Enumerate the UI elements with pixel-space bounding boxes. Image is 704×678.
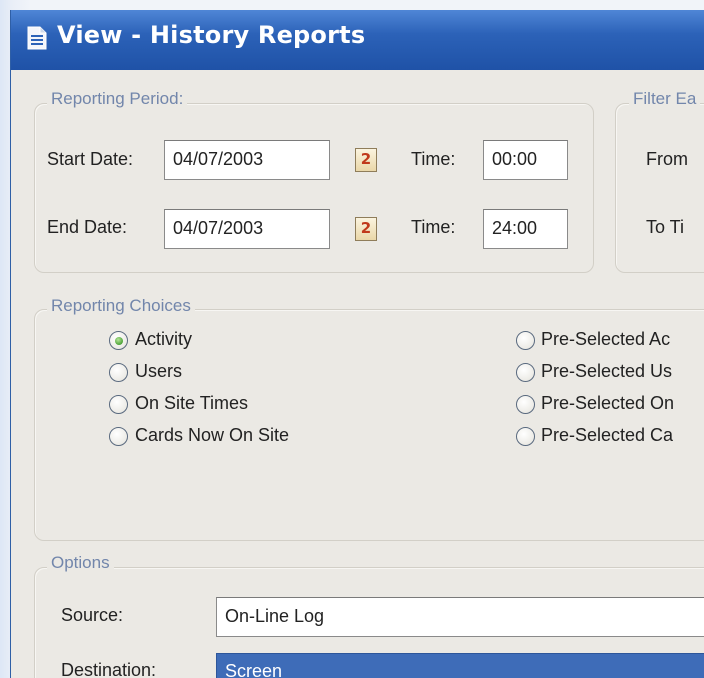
radio-label-pre-selected-activity[interactable]: Pre-Selected Ac [541,329,670,350]
reporting-period-legend: Reporting Period: [47,89,188,109]
radio-users[interactable] [109,363,128,382]
window-title: View - History Reports [57,21,366,49]
end-time-input[interactable]: 24:00 [483,209,568,249]
radio-label-pre-selected-on-site[interactable]: Pre-Selected On [541,393,674,414]
end-date-calendar-icon[interactable]: 2 [355,217,377,241]
radio-on-site-times[interactable] [109,395,128,414]
radio-selected-dot [115,337,123,345]
radio-pre-selected-activity[interactable] [516,331,535,350]
end-date-input[interactable]: 04/07/2003 [164,209,330,249]
start-time-label: Time: [411,149,456,169]
start-date-input[interactable]: 04/07/2003 [164,140,330,180]
end-time-label: Time: [411,217,456,237]
start-date-calendar-icon[interactable]: 2 [355,148,377,172]
filter-group [615,103,704,273]
radio-pre-selected-cards[interactable] [516,427,535,446]
radio-label-pre-selected-users[interactable]: Pre-Selected Us [541,361,672,382]
start-date-label: Start Date: [47,149,134,169]
radio-label-pre-selected-cards[interactable]: Pre-Selected Ca [541,425,673,446]
radio-label-users[interactable]: Users [135,361,182,382]
destination-label: Destination: [61,660,157,678]
filter-legend: Filter Ea [629,89,701,109]
document-icon [27,26,47,50]
radio-label-activity[interactable]: Activity [135,329,192,350]
end-date-label: End Date: [47,217,128,237]
dialog-content: Reporting Period: Start Date: 04/07/2003… [11,70,704,678]
options-legend: Options [47,553,114,573]
radio-activity[interactable] [109,331,128,350]
title-bar[interactable]: View - History Reports [11,10,704,70]
radio-label-on-site-times[interactable]: On Site Times [135,393,248,414]
source-label: Source: [61,605,124,625]
radio-cards-now-on-site[interactable] [109,427,128,446]
filter-from-label: From [646,149,688,169]
start-time-input[interactable]: 00:00 [483,140,568,180]
radio-label-cards-now-on-site[interactable]: Cards Now On Site [135,425,289,446]
end-calendar-glyph: 2 [360,219,372,237]
source-field[interactable]: On-Line Log [216,597,704,637]
destination-select[interactable]: Screen [216,653,704,678]
radio-pre-selected-users[interactable] [516,363,535,382]
filter-to-label: To Ti [646,217,685,237]
radio-pre-selected-on-site[interactable] [516,395,535,414]
start-calendar-glyph: 2 [360,150,372,168]
history-reports-window: View - History Reports Reporting Period:… [10,10,704,678]
reporting-choices-legend: Reporting Choices [47,296,195,316]
